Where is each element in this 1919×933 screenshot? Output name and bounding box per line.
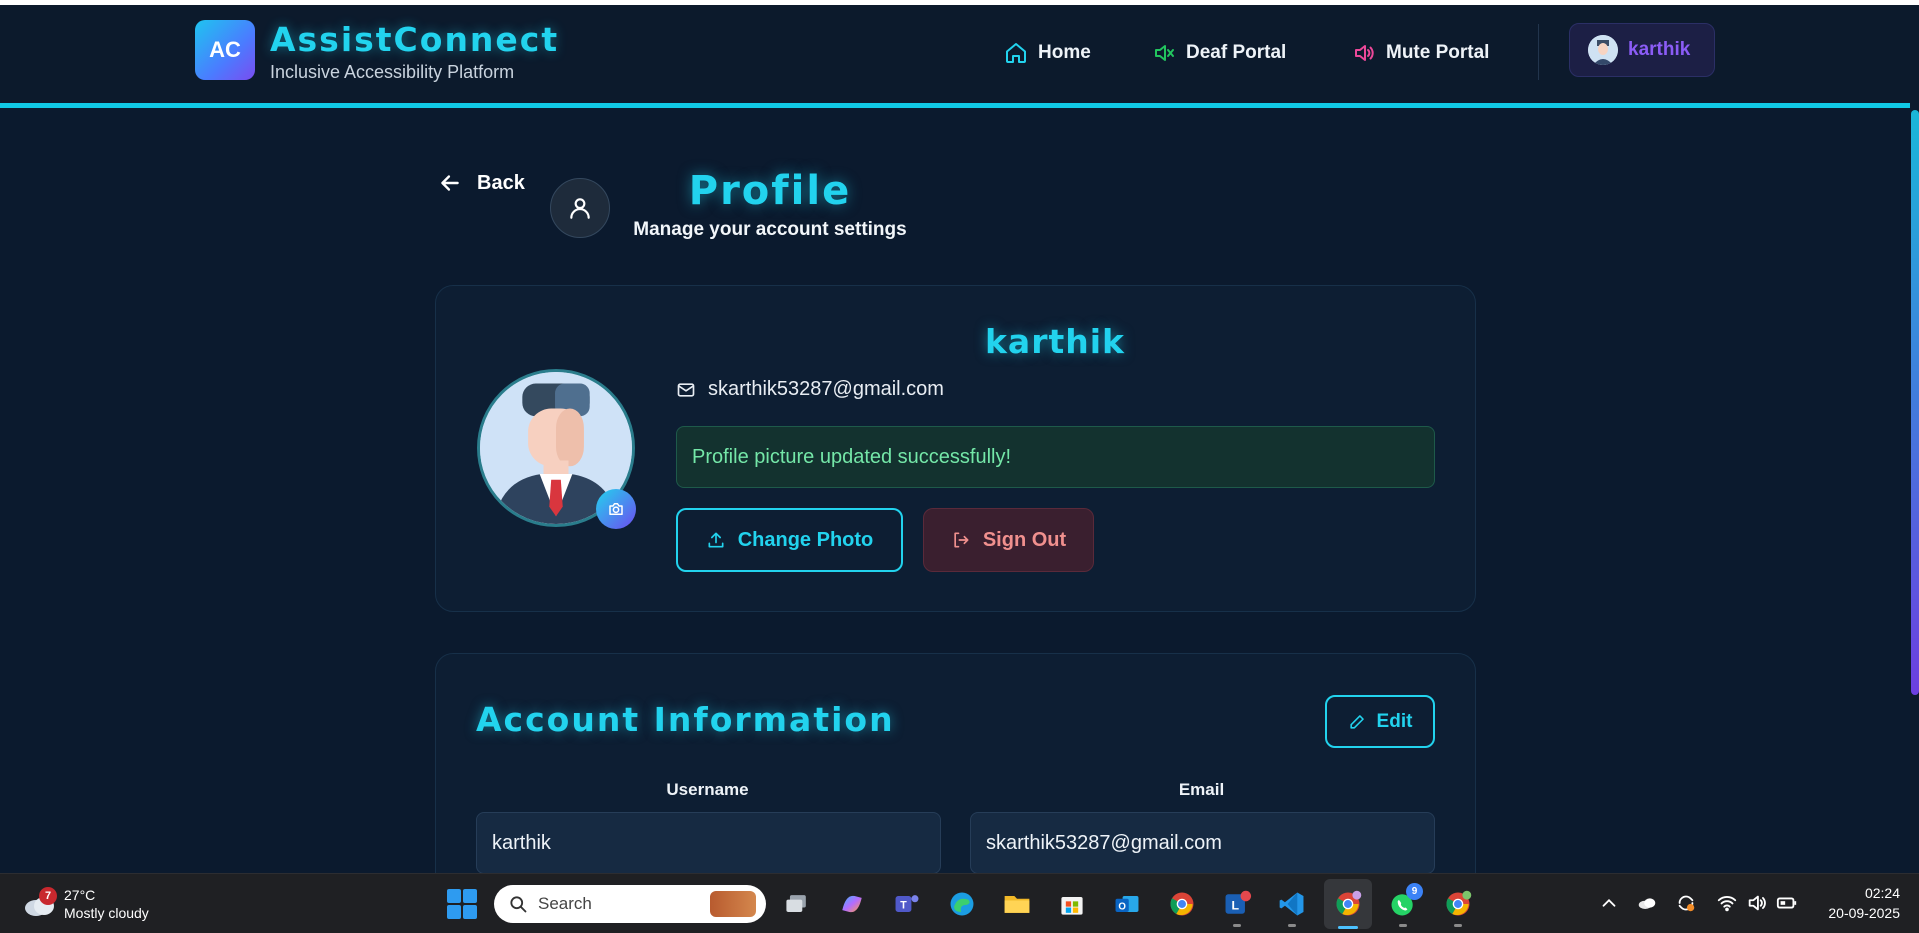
vscode-running-indicator: [1288, 924, 1296, 927]
wifi-icon[interactable]: [1716, 892, 1738, 917]
mail-icon: [677, 382, 695, 397]
edit-label: Edit: [1376, 710, 1413, 732]
whatsapp-badge: 9: [1406, 883, 1423, 900]
chrome-icon[interactable]: [1165, 887, 1199, 921]
onedrive-icon[interactable]: [1636, 892, 1658, 917]
brand-subtitle: Inclusive Accessibility Platform: [270, 62, 515, 82]
whatsapp-icon[interactable]: 9: [1386, 883, 1423, 921]
arrow-left-icon: [441, 175, 459, 191]
vscode-icon[interactable]: [1275, 887, 1309, 921]
upload-icon: [708, 532, 724, 548]
volume-mute-icon: [1155, 45, 1174, 61]
whatsapp-running-indicator: [1399, 924, 1407, 927]
success-message: Profile picture updated successfully!: [676, 426, 1435, 488]
weather-alert-badge: 7: [39, 887, 57, 905]
weather-widget[interactable]: 7 27°C Mostly cloudy: [22, 886, 149, 922]
search-highlight-image: [710, 891, 756, 917]
brand-logo[interactable]: AC: [195, 20, 255, 80]
username-field[interactable]: karthik: [476, 812, 941, 874]
back-label: Back: [477, 171, 525, 194]
nav-mute-label: Mute Portal: [1386, 42, 1490, 63]
weather-condition: Mostly cloudy: [64, 905, 149, 921]
nav-home-label: Home: [1038, 42, 1091, 63]
back-button[interactable]: Back: [437, 170, 525, 196]
chrome-profile-icon[interactable]: [1441, 887, 1475, 921]
search-icon: [510, 896, 527, 913]
copilot-icon[interactable]: [835, 887, 869, 921]
speaker-icon[interactable]: [1746, 892, 1768, 917]
teams-icon[interactable]: T: [890, 887, 924, 921]
edit-button[interactable]: Edit: [1325, 695, 1435, 748]
system-clock[interactable]: 02:24 20-09-2025: [1815, 883, 1900, 923]
profile-email: skarthik53287@gmail.com: [708, 378, 944, 400]
svg-text:T: T: [900, 899, 907, 911]
sign-out-button[interactable]: Sign Out: [923, 508, 1094, 572]
nav-home-link[interactable]: Home: [1004, 38, 1091, 68]
svg-text:L: L: [1231, 898, 1239, 912]
microsoft-store-icon[interactable]: [1055, 887, 1089, 921]
camera-upload-button[interactable]: [596, 489, 636, 529]
nav-deaf-portal-link[interactable]: Deaf Portal: [1152, 38, 1286, 68]
edit-icon: [1349, 715, 1364, 729]
volume-icon: [1355, 45, 1374, 61]
sign-out-label: Sign Out: [982, 528, 1067, 551]
profile-username: karthik: [984, 322, 1125, 361]
windows-start-icon[interactable]: [447, 889, 477, 919]
change-photo-label: Change Photo: [737, 528, 874, 551]
username-label: Username: [666, 780, 749, 799]
user-avatar: [1588, 35, 1618, 65]
nav-mute-portal-link[interactable]: Mute Portal: [1352, 38, 1489, 68]
page-title: Profile: [688, 168, 852, 214]
nav-divider: [1538, 24, 1539, 80]
edge-icon[interactable]: [945, 887, 979, 921]
weather-temperature: 27°C: [64, 887, 96, 903]
outlook-icon[interactable]: O: [1110, 887, 1144, 921]
chrome-profile-running-indicator: [1454, 924, 1462, 927]
cloud-icon: 7: [22, 887, 57, 917]
change-photo-button[interactable]: Change Photo: [676, 508, 903, 572]
search-placeholder: Search: [538, 894, 592, 913]
logout-icon: [954, 532, 969, 548]
lens-running-indicator: [1233, 924, 1241, 927]
nav-deaf-label: Deaf Portal: [1186, 42, 1287, 63]
chevron-up-icon[interactable]: [1598, 892, 1620, 917]
battery-icon[interactable]: [1776, 892, 1798, 917]
sync-icon[interactable]: [1675, 892, 1697, 917]
email-field[interactable]: skarthik53287@gmail.com: [970, 812, 1435, 874]
user-menu-name: karthik: [1628, 39, 1691, 60]
taskbar-search[interactable]: Search: [494, 885, 766, 923]
active-app-indicator: [1338, 926, 1358, 929]
svg-text:O: O: [1118, 901, 1126, 912]
email-label: Email: [1178, 780, 1225, 799]
clock-date: 20-09-2025: [1828, 905, 1900, 921]
scrollbar-thumb[interactable]: [1911, 110, 1919, 695]
account-info-title: Account Information: [476, 700, 895, 739]
brand-title[interactable]: AssistConnect: [270, 20, 559, 59]
task-view-icon[interactable]: [780, 887, 814, 921]
lens-app-icon[interactable]: L: [1220, 887, 1254, 921]
file-explorer-icon[interactable]: [1000, 887, 1034, 921]
taskbar: 7 27°C Mostly cloudy Search T O L 9 02:2…: [0, 873, 1919, 933]
chrome-active-icon[interactable]: [1331, 887, 1365, 921]
clock-time: 02:24: [1864, 885, 1900, 901]
user-menu-button[interactable]: karthik: [1569, 23, 1715, 77]
profile-email-row: skarthik53287@gmail.com: [676, 378, 944, 401]
camera-icon: [609, 503, 623, 515]
page-subtitle: Manage your account settings: [633, 219, 907, 240]
home-icon: [1006, 43, 1026, 63]
